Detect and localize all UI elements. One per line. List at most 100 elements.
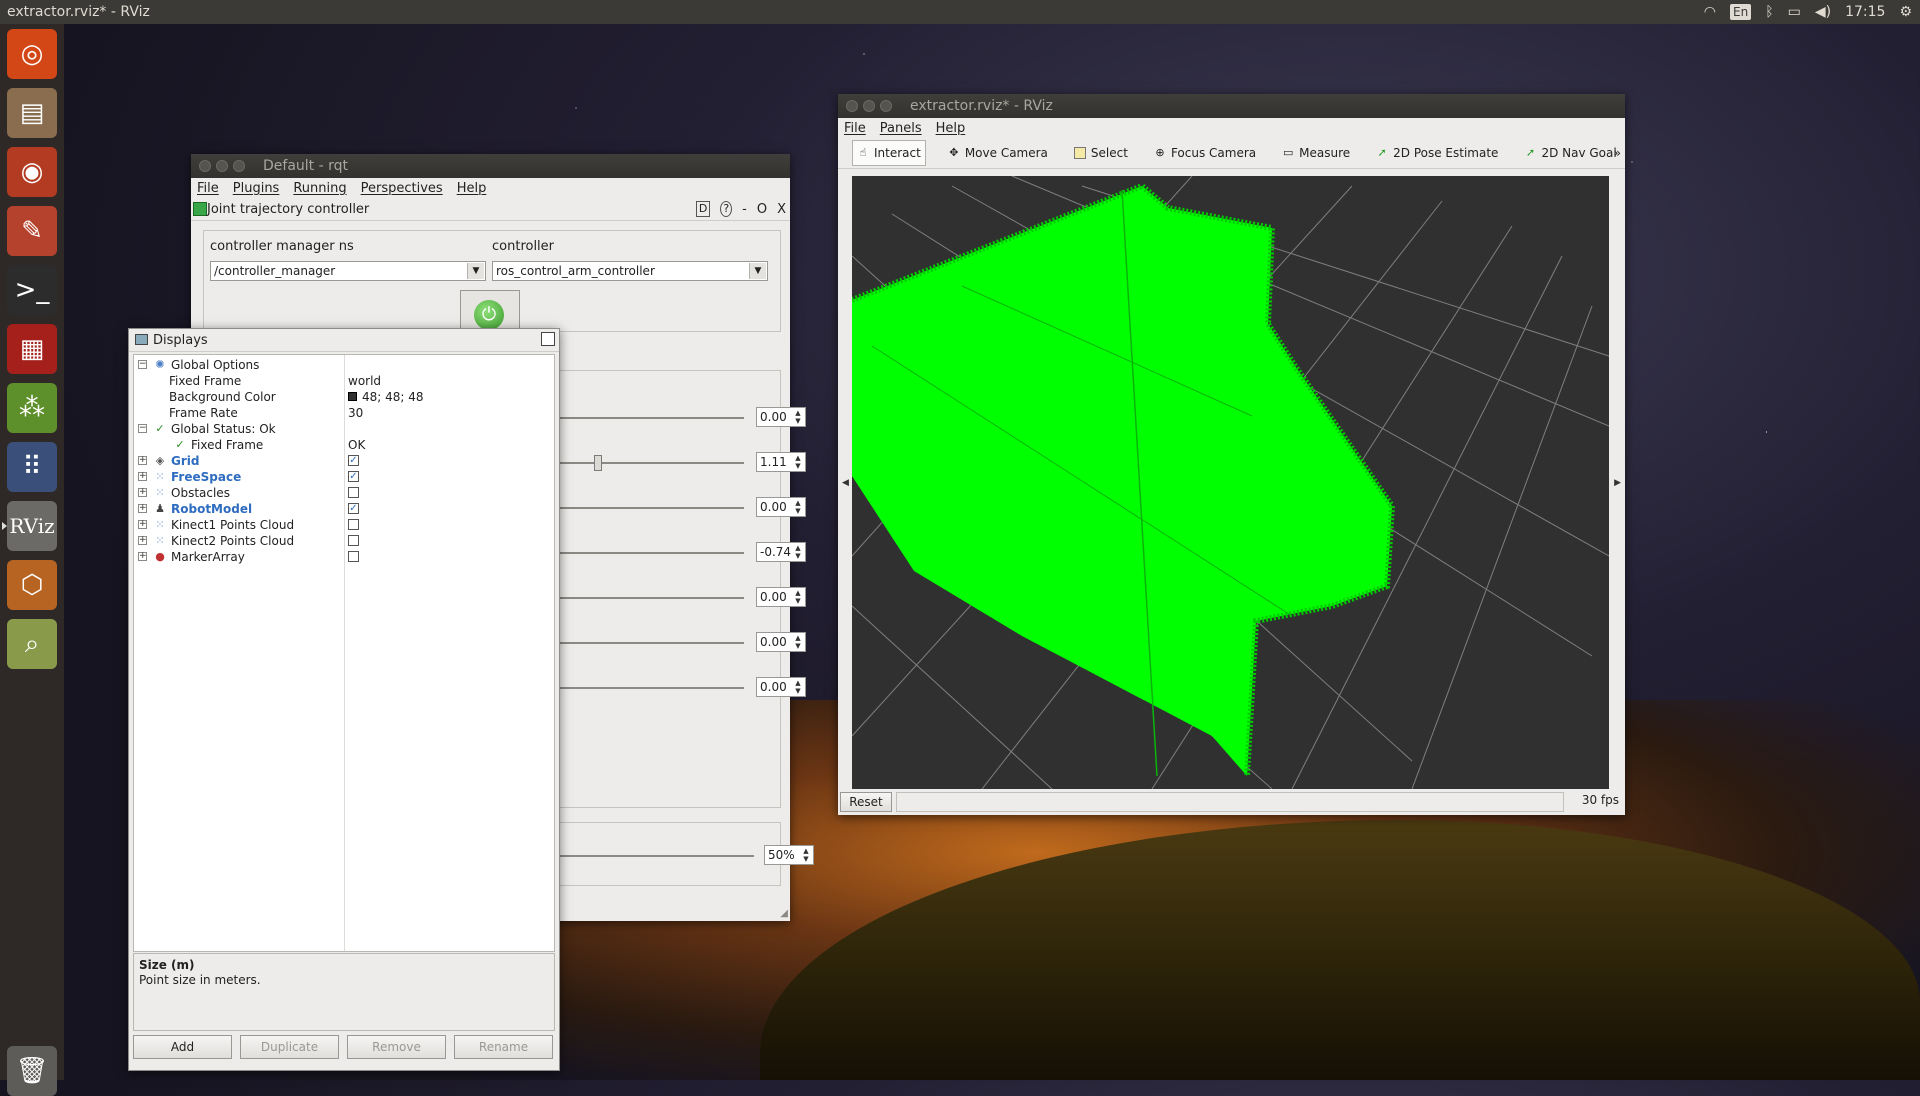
terminal-icon[interactable]: >_ <box>7 265 57 315</box>
tree-row-status-fixed-frame[interactable]: ✓ Fixed Frame OK <box>134 437 554 453</box>
minimize-plugin-button[interactable]: - <box>742 202 747 217</box>
trash-icon[interactable]: 🗑 <box>7 1046 57 1096</box>
tree-row-robotmodel[interactable]: + ♟ RobotModel ✓ <box>134 501 554 517</box>
rqt-titlebar[interactable]: Default - rqt <box>191 154 790 178</box>
keyboard-layout-indicator[interactable]: En <box>1730 4 1752 20</box>
minimize-button[interactable] <box>863 100 875 112</box>
menu-file[interactable]: File <box>844 121 866 136</box>
image-viewer-icon[interactable]: ⌕ <box>7 619 57 669</box>
tree-row-freespace[interactable]: + ⁙ FreeSpace ✓ <box>134 469 554 485</box>
menu-perspectives[interactable]: Perspectives <box>361 181 443 196</box>
joint-spinbox[interactable]: -0.74 ▲ ▼ <box>756 542 806 562</box>
left-dock-arrow-icon[interactable]: ◀ <box>842 478 849 488</box>
rename-button[interactable]: Rename <box>454 1035 553 1059</box>
dock-button[interactable]: D <box>695 201 711 217</box>
maximize-button[interactable] <box>880 100 892 112</box>
tool-select[interactable]: Select <box>1070 141 1132 165</box>
float-toggle-button[interactable] <box>541 332 555 346</box>
tool-focus-camera[interactable]: ⊕ Focus Camera <box>1150 141 1260 165</box>
joint-spinbox[interactable]: 0.00 ▲ ▼ <box>756 677 806 697</box>
tool-move-camera[interactable]: ✥ Move Camera <box>944 141 1052 165</box>
right-dock-arrow-icon[interactable]: ▶ <box>1614 478 1621 488</box>
tree-row-kinect2[interactable]: + ⁙ Kinect2 Points Cloud <box>134 533 554 549</box>
game-icon[interactable]: ▦ <box>7 324 57 374</box>
expand-icon[interactable]: + <box>138 488 147 497</box>
controller-combo[interactable]: ros_control_arm_controller ▼ <box>492 261 768 281</box>
grid-checkbox[interactable]: ✓ <box>348 455 359 466</box>
tree-row-grid[interactable]: + ◈ Grid ✓ <box>134 453 554 469</box>
tree-row-frame-rate[interactable]: Frame Rate 30 <box>134 405 554 421</box>
add-button[interactable]: Add <box>133 1035 232 1059</box>
joint-slider[interactable] <box>554 507 744 509</box>
fixed-frame-value[interactable]: world <box>348 373 381 389</box>
expand-icon[interactable]: + <box>138 520 147 529</box>
expand-icon[interactable]: + <box>138 536 147 545</box>
tree-row-global-options[interactable]: − ✺ Global Options <box>134 357 554 373</box>
3d-viewport[interactable] <box>852 176 1609 789</box>
tree-row-markerarray[interactable]: + ● MarkerArray <box>134 549 554 565</box>
menu-plugins[interactable]: Plugins <box>233 181 280 196</box>
box-app-icon[interactable]: ⬡ <box>7 560 57 610</box>
tree-row-background-color[interactable]: Background Color 48; 48; 48 <box>134 389 554 405</box>
files-icon[interactable]: ▤ <box>7 88 57 138</box>
maximize-button[interactable] <box>233 160 245 172</box>
tool-2d-pose-estimate[interactable]: ➚ 2D Pose Estimate <box>1372 141 1502 165</box>
kinect2-checkbox[interactable] <box>348 535 359 546</box>
speed-slider[interactable] <box>554 855 754 857</box>
speed-spinbox[interactable]: 50% ▲ ▼ <box>764 845 814 865</box>
tree-row-fixed-frame[interactable]: Fixed Frame world <box>134 373 554 389</box>
joint-spinbox[interactable]: 0.00 ▲ ▼ <box>756 632 806 652</box>
tree-row-global-status[interactable]: − ✓ Global Status: Ok <box>134 421 554 437</box>
cm-ns-combo[interactable]: /controller_manager ▼ <box>210 261 486 281</box>
joint-spinbox[interactable]: 0.00 ▲ ▼ <box>756 497 806 517</box>
joint-slider[interactable] <box>554 687 744 689</box>
joint-spinbox[interactable]: 0.00 ▲ ▼ <box>756 587 806 607</box>
tree-row-obstacles[interactable]: + ⁙ Obstacles <box>134 485 554 501</box>
joint-slider[interactable] <box>554 462 744 464</box>
duplicate-button[interactable]: Duplicate <box>240 1035 339 1059</box>
joint-slider[interactable] <box>554 417 744 419</box>
menu-help[interactable]: Help <box>936 121 966 136</box>
obstacles-checkbox[interactable] <box>348 487 359 498</box>
robotmodel-checkbox[interactable]: ✓ <box>348 503 359 514</box>
close-button[interactable] <box>199 160 211 172</box>
tool-interact[interactable]: ☝ Interact <box>852 140 926 166</box>
rviz-icon[interactable]: RViz <box>2 501 57 551</box>
collapse-icon[interactable]: − <box>138 360 147 369</box>
frame-rate-value[interactable]: 30 <box>348 405 363 421</box>
joint-spinbox[interactable]: 0.00 ▲ ▼ <box>756 407 806 427</box>
expand-icon[interactable]: + <box>138 456 147 465</box>
remove-button[interactable]: Remove <box>347 1035 446 1059</box>
expand-icon[interactable]: + <box>138 552 147 561</box>
float-plugin-button[interactable]: O <box>757 202 767 217</box>
joint-slider[interactable] <box>554 552 744 554</box>
rviz-titlebar[interactable]: extractor.rviz* - RViz <box>838 94 1625 118</box>
toolbar-overflow-icon[interactable]: » <box>1614 146 1621 160</box>
menu-file[interactable]: File <box>197 181 219 196</box>
menu-panels[interactable]: Panels <box>880 121 922 136</box>
reset-button[interactable]: Reset <box>840 792 892 812</box>
volume-icon[interactable]: ◀) <box>1815 0 1831 24</box>
displays-header[interactable]: Displays <box>129 329 559 352</box>
markerarray-checkbox[interactable] <box>348 551 359 562</box>
menu-running[interactable]: Running <box>293 181 346 196</box>
tool-measure[interactable]: ▭ Measure <box>1278 141 1354 165</box>
bluetooth-icon[interactable]: ᛒ <box>1765 0 1773 24</box>
help-icon[interactable]: ? <box>720 201 733 217</box>
tool-2d-nav-goal[interactable]: ➚ 2D Nav Goal <box>1520 141 1620 165</box>
wifi-icon[interactable]: ◠ <box>1704 0 1716 24</box>
tree-row-kinect1[interactable]: + ⁙ Kinect1 Points Cloud <box>134 517 554 533</box>
settings-icon[interactable]: ✎ <box>7 206 57 256</box>
collapse-icon[interactable]: − <box>138 424 147 433</box>
battery-icon[interactable]: ▭ <box>1788 0 1801 24</box>
resize-grip-icon[interactable]: ◢ <box>780 908 788 919</box>
close-button[interactable] <box>846 100 858 112</box>
close-plugin-button[interactable]: X <box>777 202 786 217</box>
menu-help[interactable]: Help <box>457 181 487 196</box>
expand-icon[interactable]: + <box>138 472 147 481</box>
enable-controller-button[interactable]: ⏻ <box>460 290 520 332</box>
app-grid-icon[interactable]: ⠿ <box>7 442 57 492</box>
minimize-button[interactable] <box>216 160 228 172</box>
kinect1-checkbox[interactable] <box>348 519 359 530</box>
slider-handle[interactable] <box>594 455 602 471</box>
